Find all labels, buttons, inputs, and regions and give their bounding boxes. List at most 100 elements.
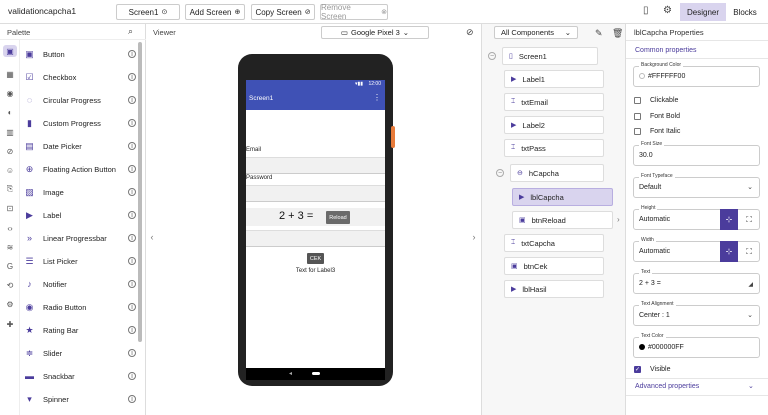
drawing-category-icon[interactable]: ◐: [3, 106, 17, 118]
fill-parent-icon[interactable]: ⊹: [720, 241, 738, 262]
h-capcha[interactable]: 2 + 3 = Reload: [246, 208, 385, 226]
advanced-properties-header[interactable]: Advanced properties: [635, 383, 699, 390]
tree-node-hcapcha[interactable]: ⊖ hCapcha: [510, 164, 604, 182]
search-icon[interactable]: ⌕: [128, 26, 133, 37]
collapse-hcapcha-icon[interactable]: −: [496, 169, 504, 177]
palette-item-label[interactable]: ▶ Label i: [24, 204, 136, 226]
info-icon[interactable]: i: [128, 395, 136, 403]
project-name[interactable]: validationcapcha1: [8, 6, 76, 16]
palette-item-notifier[interactable]: ♪ Notifier i: [24, 273, 136, 295]
copy-screen-button[interactable]: Copy Screen ⊘: [251, 4, 315, 20]
extension-category-icon[interactable]: ✚: [3, 318, 17, 330]
height-field[interactable]: Height Automatic ⊹ ⛶: [633, 205, 760, 230]
font-typeface-dropdown[interactable]: Font Typeface Default ⌄: [633, 173, 760, 198]
palette-item-floating-action-button[interactable]: ⊕ Floating Action Button i: [24, 158, 136, 180]
palette-item-rating-bar[interactable]: ★ Rating Bar i: [24, 319, 136, 341]
tree-node-label1[interactable]: ▶ Label1: [504, 70, 604, 88]
resize-handle-icon[interactable]: ◢: [748, 281, 753, 288]
rss-category-icon[interactable]: ≋: [3, 241, 17, 253]
chevron-down-icon[interactable]: ⌄: [748, 382, 754, 390]
tree-node-label2[interactable]: ▶ Label2: [504, 116, 604, 134]
palette-item-circular-progress[interactable]: ◌ Circular Progress i: [24, 89, 136, 111]
collapse-left-icon[interactable]: ‹: [147, 230, 157, 244]
lbl-hasil[interactable]: Text for Label3: [246, 268, 385, 274]
collapse-screen1-icon[interactable]: −: [488, 52, 496, 60]
remove-screen-button[interactable]: Remove Screen ⊗: [320, 3, 388, 21]
info-icon[interactable]: i: [128, 50, 136, 58]
info-icon[interactable]: i: [128, 326, 136, 334]
tree-node-txtemail[interactable]: ⌶ txtEmail: [504, 93, 604, 111]
media-category-icon[interactable]: ◉: [3, 87, 17, 99]
layout-category-icon[interactable]: ▦: [3, 68, 17, 80]
text-color-field[interactable]: Text Color #000000FF: [633, 333, 760, 358]
connectivity-category-icon[interactable]: ⊡: [3, 202, 17, 214]
google-category-icon[interactable]: G: [3, 260, 17, 272]
clickable-checkbox[interactable]: [634, 97, 641, 104]
eye-off-icon[interactable]: ⊘: [466, 27, 474, 38]
font-bold-checkbox[interactable]: [634, 113, 641, 120]
code-category-icon[interactable]: ‹›: [3, 222, 17, 234]
info-icon[interactable]: i: [128, 211, 136, 219]
palette-item-snackbar[interactable]: ▬ Snackbar i: [24, 365, 136, 387]
info-icon[interactable]: i: [128, 119, 136, 127]
tree-node-screen1[interactable]: ▯ Screen1: [502, 47, 598, 65]
info-icon[interactable]: i: [128, 280, 136, 288]
info-icon[interactable]: i: [128, 234, 136, 242]
label2-password[interactable]: Password: [246, 175, 272, 181]
tree-node-lblcapcha[interactable]: ▶ lblCapcha: [512, 188, 613, 206]
palette-scrollbar[interactable]: [138, 42, 142, 342]
trash-icon[interactable]: 🗑: [612, 28, 623, 39]
palette-item-custom-progress[interactable]: ▮ Custom Progress i: [24, 112, 136, 134]
txt-capcha[interactable]: [246, 230, 385, 247]
palette-item-date-picker[interactable]: ▤ Date Picker i: [24, 135, 136, 157]
tree-node-lblhasil[interactable]: ▶ lblHasil: [504, 280, 604, 298]
storage-category-icon[interactable]: ⎘: [3, 183, 17, 195]
palette-item-linear-progressbar[interactable]: » Linear Progressbar i: [24, 227, 136, 249]
tablet-icon[interactable]: ▯: [643, 5, 649, 16]
palette-item-button[interactable]: ▣ Button i: [24, 43, 136, 65]
fill-parent-icon[interactable]: ⊹: [720, 209, 738, 230]
info-icon[interactable]: i: [128, 372, 136, 380]
social-category-icon[interactable]: ☺: [3, 164, 17, 176]
expand-icon[interactable]: ⛶: [740, 241, 758, 262]
tree-node-btncek[interactable]: ▣ btnCek: [504, 257, 604, 275]
device-selector[interactable]: ▭ Google Pixel 3 ⌄: [321, 26, 429, 39]
visible-checkbox[interactable]: ✓: [634, 366, 641, 373]
collapse-right-icon[interactable]: ›: [469, 230, 479, 244]
info-icon[interactable]: i: [128, 96, 136, 104]
user-interface-category-icon[interactable]: ▣: [3, 45, 17, 57]
common-properties-header[interactable]: Common properties: [635, 47, 696, 54]
palette-item-checkbox[interactable]: ☑ Checkbox i: [24, 66, 136, 88]
pencil-icon[interactable]: ✎: [595, 28, 603, 39]
label1-email[interactable]: Email: [246, 147, 261, 153]
screen-dropdown-button[interactable]: Screen1 ⊙: [116, 4, 180, 20]
info-icon[interactable]: i: [128, 188, 136, 196]
text-field[interactable]: Text 2 + 3 = ◢: [633, 269, 760, 294]
palette-item-list-picker[interactable]: ☰ List Picker i: [24, 250, 136, 272]
width-field[interactable]: Width Automatic ⊹ ⛶: [633, 237, 760, 262]
sensors-category-icon[interactable]: ⊘: [3, 145, 17, 157]
designer-tab[interactable]: Designer: [680, 3, 726, 21]
components-filter-dropdown[interactable]: All Components ⌄: [494, 26, 578, 39]
info-icon[interactable]: i: [128, 257, 136, 265]
settings-category-icon[interactable]: ⚙: [3, 298, 17, 310]
gear-icon[interactable]: ⚙: [663, 5, 672, 16]
tree-node-txtcapcha[interactable]: ⌶ txtCapcha: [504, 234, 604, 252]
expand-icon[interactable]: ⛶: [740, 209, 758, 230]
maps-category-icon[interactable]: ▥: [3, 126, 17, 138]
tree-node-txtpass[interactable]: ⌶ txtPass: [504, 139, 604, 157]
palette-item-radio-button[interactable]: ◉ Radio Button i: [24, 296, 136, 318]
info-icon[interactable]: i: [128, 349, 136, 357]
info-icon[interactable]: i: [128, 303, 136, 311]
blocks-tab[interactable]: Blocks: [726, 3, 764, 21]
tree-node-btnreload[interactable]: ▣ btnReload: [512, 211, 613, 229]
info-icon[interactable]: i: [128, 73, 136, 81]
palette-item-image[interactable]: ▨ Image i: [24, 181, 136, 203]
info-icon[interactable]: i: [128, 165, 136, 173]
chevron-right-icon[interactable]: ›: [617, 215, 620, 224]
lbl-capcha[interactable]: 2 + 3 =: [279, 210, 313, 222]
palette-item-slider[interactable]: ≑ Slider i: [24, 342, 136, 364]
overflow-menu-icon[interactable]: ⋮: [373, 93, 381, 102]
btn-cek[interactable]: CEK: [307, 253, 324, 264]
txt-email[interactable]: [246, 157, 385, 174]
